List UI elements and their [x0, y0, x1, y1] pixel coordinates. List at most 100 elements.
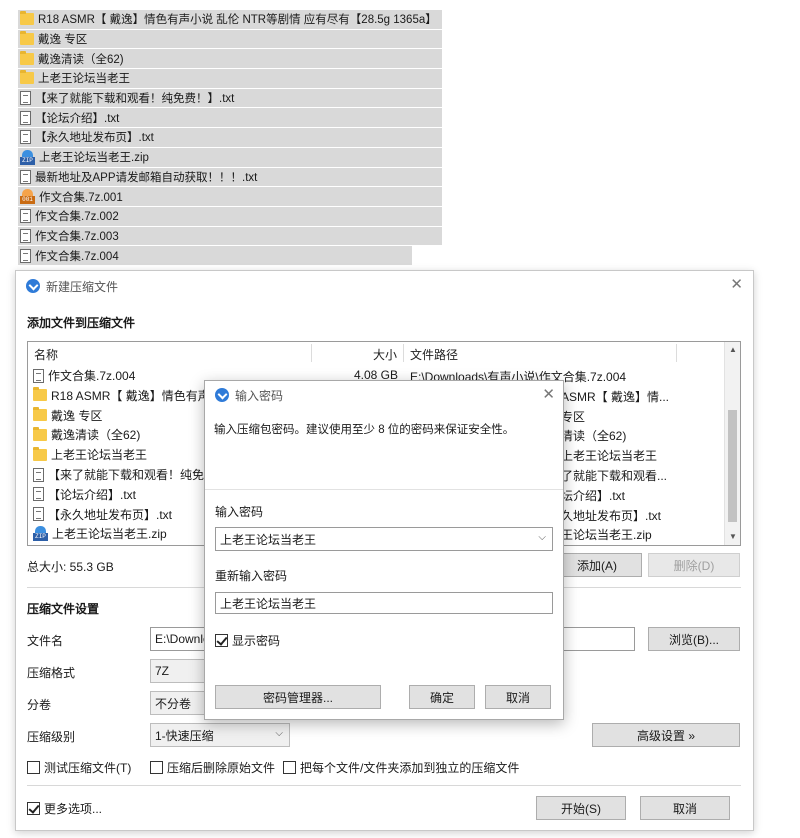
list-item-label: 【永久地址发布页】.txt	[35, 132, 154, 145]
password-value: 上老王论坛当老王	[220, 532, 317, 547]
file-path: 专区	[561, 409, 586, 424]
test-archive-checkbox[interactable]: 测试压缩文件(T)	[27, 759, 131, 776]
list-item-label: 作文合集.7z.004	[35, 250, 119, 263]
format-label: 压缩格式	[27, 666, 76, 680]
zip-archive-icon: ZIP	[33, 526, 48, 542]
list-item-label: 【论坛介绍】.txt	[35, 112, 120, 125]
checkbox-box[interactable]	[27, 802, 40, 815]
text-file-icon	[33, 487, 44, 502]
table-row[interactable]: 戴逸 专区	[33, 406, 102, 425]
show-password-checkbox[interactable]: 显示密码	[215, 632, 280, 649]
delete-button[interactable]: 删除(D)	[648, 553, 740, 577]
file-list-scrollbar[interactable]: ▲ ▼	[724, 342, 740, 545]
folder-icon	[20, 11, 34, 26]
table-row[interactable]: R18 ASMR【 戴逸】情色有声小	[33, 386, 222, 405]
folder-icon	[33, 407, 47, 422]
level-label: 压缩级别	[27, 730, 76, 744]
list-item-label: 戴逸清读（全62)	[38, 53, 124, 66]
app-logo-icon	[215, 388, 229, 402]
text-file-icon	[20, 130, 31, 145]
cancel-button[interactable]: 取消	[640, 796, 730, 820]
column-divider	[676, 344, 677, 362]
table-row[interactable]: 【来了就能下载和观看！纯免费	[33, 465, 216, 484]
password-dialog-title: 输入密码	[235, 388, 284, 403]
checkbox-box[interactable]	[215, 634, 228, 647]
background-file-list: R18 ASMR【 戴逸】情色有声小说 乱伦 NTR等剧情 应有尽有【28.5g…	[18, 10, 442, 266]
column-header-path[interactable]: 文件路径	[410, 346, 458, 363]
list-item[interactable]: 001 作文合集.7z.001	[18, 187, 442, 207]
list-item[interactable]: 最新地址及APP请发邮箱自动获取！！！.txt	[18, 167, 442, 188]
column-divider	[403, 344, 404, 362]
close-icon[interactable]: ✕	[730, 277, 743, 293]
list-item[interactable]: R18 ASMR【 戴逸】情色有声小说 乱伦 NTR等剧情 应有尽有【28.5g…	[18, 10, 442, 30]
list-item[interactable]: 作文合集.7z.003	[18, 226, 442, 247]
list-item-label: 作文合集.7z.003	[35, 230, 119, 243]
folder-icon	[20, 70, 34, 85]
format-value: 7Z	[155, 664, 170, 678]
list-item[interactable]: 【论坛介绍】.txt	[18, 108, 442, 129]
app-logo-icon	[26, 279, 40, 293]
folder-icon	[20, 31, 34, 46]
password-input[interactable]: 上老王论坛当老王 ⌵	[215, 527, 553, 551]
zip-archive-icon: ZIP	[20, 149, 35, 165]
list-item[interactable]: 戴逸清读（全62)	[18, 49, 442, 70]
list-item[interactable]: 作文合集.7z.002	[18, 206, 442, 227]
list-item[interactable]: 【来了就能下载和观看！纯免费！】.txt	[18, 88, 442, 109]
list-item-label: 【来了就能下载和观看！纯免费！】.txt	[35, 93, 235, 106]
more-options-checkbox[interactable]: 更多选项...	[27, 800, 102, 817]
password-dialog: 输入密码 ✕ 输入压缩包密码。建议使用至少 8 位的密码来保证安全性。 输入密码…	[204, 380, 564, 720]
list-item[interactable]: 【永久地址发布页】.txt	[18, 128, 442, 148]
file-name: 戴逸 专区	[51, 408, 103, 423]
checkbox-box[interactable]	[283, 761, 296, 774]
list-item-label: 最新地址及APP请发邮箱自动获取！！！.txt	[35, 171, 258, 184]
text-file-icon	[33, 507, 44, 522]
table-row[interactable]: 【论坛介绍】.txt	[33, 485, 136, 504]
list-item[interactable]: 戴逸 专区	[18, 29, 442, 50]
delete-after-checkbox[interactable]: 压缩后删除原始文件	[150, 759, 275, 776]
file-name: 【论坛介绍】.txt	[48, 487, 137, 502]
table-row[interactable]: 戴逸清读（全62)	[33, 425, 140, 444]
checkbox-box[interactable]	[27, 761, 40, 774]
text-file-icon	[20, 228, 31, 243]
divider	[27, 785, 741, 786]
close-icon[interactable]: ✕	[542, 387, 555, 403]
advanced-settings-button[interactable]: 高级设置 »	[592, 723, 740, 747]
text-file-icon	[20, 91, 31, 106]
level-select[interactable]: 1-快速压缩 ⌵	[150, 723, 290, 747]
settings-heading: 压缩文件设置	[27, 602, 100, 616]
file-path: 了就能下载和观看...	[561, 469, 668, 483]
password-cancel-button[interactable]: 取消	[485, 685, 551, 709]
browse-button[interactable]: 浏览(B)...	[648, 627, 740, 651]
filename-label: 文件名	[27, 634, 64, 648]
split-archive-icon: 001	[20, 189, 35, 205]
table-row[interactable]: 【永久地址发布页】.txt	[33, 505, 172, 524]
table-row[interactable]: 作文合集.7z.004	[33, 366, 135, 385]
table-row[interactable]: ZIP 上老王论坛当老王.zip	[33, 524, 167, 543]
list-item[interactable]: 作文合集.7z.004	[18, 246, 412, 266]
list-item[interactable]: 上老王论坛当老王	[18, 69, 442, 89]
scroll-up-icon[interactable]: ▲	[729, 345, 737, 354]
column-header-size[interactable]: 大小	[373, 346, 397, 363]
chevron-down-icon[interactable]: ⌵	[538, 532, 546, 543]
folder-icon	[20, 50, 34, 65]
scroll-down-icon[interactable]: ▼	[729, 532, 737, 541]
file-name: 【永久地址发布页】.txt	[48, 507, 173, 522]
reenter-password-label: 重新输入密码	[215, 569, 288, 583]
list-item[interactable]: ZIP 上老王论坛当老王.zip	[18, 147, 442, 168]
reenter-password-input[interactable]: 上老王论坛当老王	[215, 592, 553, 614]
separate-archives-checkbox[interactable]: 把每个文件/文件夹添加到独立的压缩文件	[283, 759, 519, 776]
start-button[interactable]: 开始(S)	[536, 796, 626, 820]
text-file-icon	[33, 368, 44, 383]
add-files-heading: 添加文件到压缩文件	[27, 316, 136, 330]
scrollbar-thumb[interactable]	[728, 410, 737, 522]
column-divider	[311, 344, 312, 362]
password-manager-button[interactable]: 密码管理器...	[215, 685, 381, 709]
add-button[interactable]: 添加(A)	[552, 553, 642, 577]
table-row[interactable]: 上老王论坛当老王	[33, 445, 147, 464]
total-size: 总大小: 55.3 GB	[27, 560, 114, 574]
file-path: 清读（全62)	[561, 429, 627, 444]
checkbox-label: 更多选项...	[44, 802, 103, 816]
ok-button[interactable]: 确定	[409, 685, 475, 709]
column-header-name[interactable]: 名称	[34, 346, 58, 363]
checkbox-box[interactable]	[150, 761, 163, 774]
